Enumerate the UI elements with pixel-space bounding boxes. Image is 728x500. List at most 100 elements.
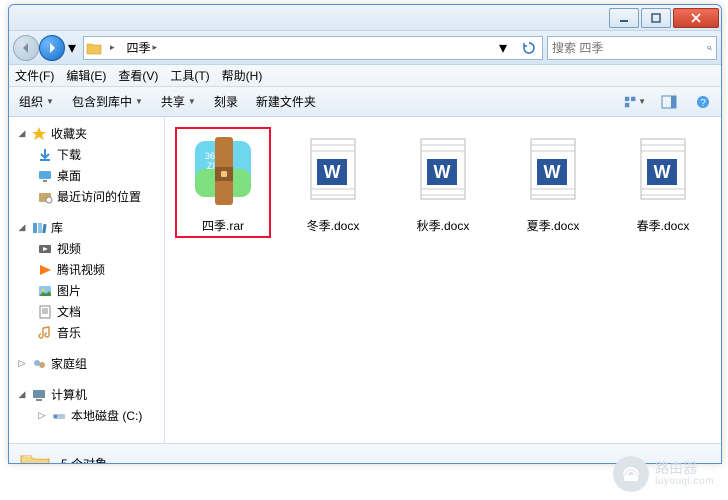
file-item-rar[interactable]: 360 ZIP 四季.rar: [175, 127, 271, 238]
explorer-window: ▾ ▸ 四季 ▸ ▾ 文件(F) 编辑(E) 查看(V) 工具(T): [8, 4, 722, 464]
computer-group: ◢ 计算机 ▷ 本地磁盘 (C:): [9, 384, 164, 426]
breadcrumb-root[interactable]: ▸: [106, 42, 119, 53]
address-bar[interactable]: ▸ 四季 ▸ ▾: [83, 36, 543, 60]
word-document-icon: W: [623, 131, 703, 211]
refresh-button[interactable]: [518, 37, 540, 59]
view-options-button[interactable]: ▼: [623, 91, 647, 113]
desktop-icon: [37, 168, 53, 184]
sidebar-item-tencent-video[interactable]: 腾讯视频: [9, 259, 164, 280]
sidebar-item-pictures[interactable]: 图片: [9, 280, 164, 301]
sidebar-item-libraries[interactable]: ◢ 库: [9, 217, 164, 238]
breadcrumb-item[interactable]: 四季 ▸: [123, 39, 162, 56]
menu-file[interactable]: 文件(F): [15, 67, 54, 84]
star-icon: [31, 126, 47, 142]
folder-icon: [19, 450, 51, 465]
chevron-down-icon: ▼: [188, 97, 196, 106]
search-input[interactable]: [552, 41, 707, 55]
file-label: 秋季.docx: [417, 217, 470, 234]
pictures-icon: [37, 283, 53, 299]
file-list[interactable]: 360 ZIP 四季.rar W: [165, 117, 721, 443]
newfolder-label: 新建文件夹: [256, 93, 316, 110]
organize-label: 组织: [19, 93, 43, 110]
rar-archive-icon: 360 ZIP: [183, 131, 263, 211]
share-button[interactable]: 共享 ▼: [157, 91, 200, 112]
collapse-icon[interactable]: ◢: [17, 390, 27, 400]
watermark: 路由器 luyouqi.com: [613, 456, 714, 492]
word-document-icon: W: [293, 131, 373, 211]
folder-icon: [86, 41, 102, 55]
homegroup-group: ▷ 家庭组: [9, 353, 164, 374]
file-item-docx[interactable]: W 夏季.docx: [505, 127, 601, 238]
recent-icon: [37, 189, 53, 205]
command-bar: 组织 ▼ 包含到库中 ▼ 共享 ▼ 刻录 新建文件夹 ▼ ?: [9, 87, 721, 117]
chevron-down-icon: ▼: [638, 97, 646, 106]
music-icon: [37, 325, 53, 341]
file-item-docx[interactable]: W 春季.docx: [615, 127, 711, 238]
menu-tools[interactable]: 工具(T): [170, 67, 209, 84]
collapse-icon[interactable]: ◢: [17, 223, 27, 233]
back-button[interactable]: [13, 35, 39, 61]
file-item-docx[interactable]: W 秋季.docx: [395, 127, 491, 238]
favorites-group: ◢ 收藏夹 下载 桌面 最近访问的位置: [9, 123, 164, 207]
organize-button[interactable]: 组织 ▼: [15, 91, 58, 112]
menu-view[interactable]: 查看(V): [118, 67, 158, 84]
sidebar-item-music[interactable]: 音乐: [9, 322, 164, 343]
history-dropdown[interactable]: ▾: [65, 39, 79, 57]
file-label: 春季.docx: [637, 217, 690, 234]
libraries-icon: [31, 220, 47, 236]
close-button[interactable]: [673, 8, 719, 28]
navigation-pane[interactable]: ◢ 收藏夹 下载 桌面 最近访问的位置: [9, 117, 165, 443]
chevron-right-icon: ▸: [153, 42, 158, 53]
sidebar-item-downloads[interactable]: 下载: [9, 144, 164, 165]
svg-text:W: W: [324, 162, 341, 182]
breadcrumb-label: 四季: [127, 39, 151, 56]
collapse-icon[interactable]: ◢: [17, 129, 27, 139]
chevron-down-icon: ▼: [46, 97, 54, 106]
sidebar-item-desktop[interactable]: 桌面: [9, 165, 164, 186]
include-label: 包含到库中: [72, 93, 132, 110]
menu-edit[interactable]: 编辑(E): [66, 67, 106, 84]
sidebar-item-computer[interactable]: ◢ 计算机: [9, 384, 164, 405]
preview-pane-button[interactable]: [657, 91, 681, 113]
new-folder-button[interactable]: 新建文件夹: [252, 91, 320, 112]
file-item-docx[interactable]: W 冬季.docx: [285, 127, 381, 238]
sidebar-item-drive-c[interactable]: ▷ 本地磁盘 (C:): [9, 405, 164, 426]
sidebar-item-homegroup[interactable]: ▷ 家庭组: [9, 353, 164, 374]
burn-button[interactable]: 刻录: [210, 91, 242, 112]
libraries-group: ◢ 库 视频 腾讯视频 图片 文档: [9, 217, 164, 343]
watermark-url: luyouqi.com: [655, 476, 714, 487]
svg-text:W: W: [434, 162, 451, 182]
forward-button[interactable]: [39, 35, 65, 61]
nav-arrows: ▾: [13, 35, 79, 61]
include-in-library-button[interactable]: 包含到库中 ▼: [68, 91, 147, 112]
sidebar-item-videos[interactable]: 视频: [9, 238, 164, 259]
watermark-logo-icon: [613, 456, 649, 492]
previous-locations-dropdown[interactable]: ▾: [492, 37, 514, 59]
titlebar: [9, 5, 721, 31]
help-button[interactable]: ?: [691, 91, 715, 113]
video-icon: [37, 241, 53, 257]
drive-icon: [51, 408, 67, 424]
body: ◢ 收藏夹 下载 桌面 最近访问的位置: [9, 117, 721, 443]
share-label: 共享: [161, 93, 185, 110]
expand-icon[interactable]: ▷: [37, 411, 47, 421]
tencent-video-icon: [37, 262, 53, 278]
sidebar-item-documents[interactable]: 文档: [9, 301, 164, 322]
homegroup-icon: [31, 356, 47, 372]
maximize-button[interactable]: [641, 8, 671, 28]
file-label: 四季.rar: [202, 217, 244, 234]
file-label: 冬季.docx: [307, 217, 360, 234]
sidebar-item-favorites[interactable]: ◢ 收藏夹: [9, 123, 164, 144]
sidebar-item-recent[interactable]: 最近访问的位置: [9, 186, 164, 207]
word-document-icon: W: [403, 131, 483, 211]
expand-icon[interactable]: ▷: [17, 359, 27, 369]
documents-icon: [37, 304, 53, 320]
watermark-brand: 路由器: [655, 461, 714, 476]
minimize-button[interactable]: [609, 8, 639, 28]
downloads-icon: [37, 147, 53, 163]
svg-text:W: W: [544, 162, 561, 182]
search-box[interactable]: [547, 36, 717, 60]
svg-text:?: ?: [700, 98, 706, 109]
status-text: 5 个对象: [61, 455, 107, 464]
menu-help[interactable]: 帮助(H): [222, 67, 263, 84]
